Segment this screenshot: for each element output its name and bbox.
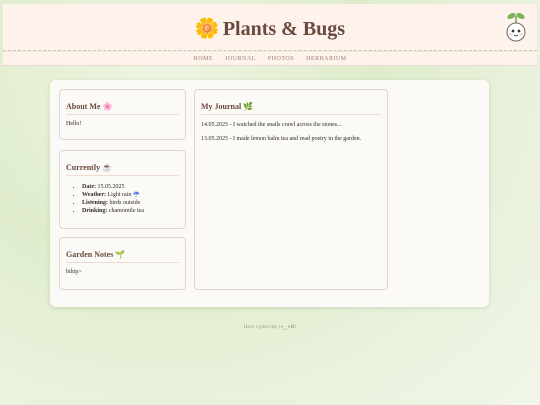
site-header: 🌼 Plants & Bugs	[3, 4, 537, 51]
currently-panel: Currently ☕ Date: 15.05.2025 Weather: Li…	[59, 150, 186, 229]
journal-panel: My Journal 🌿 14.05.2025 - I watched the …	[194, 89, 388, 290]
top-navigation: HOME JOURNAL PHOTOS HERBARIUM	[3, 52, 537, 66]
about-heading: About Me 🌸	[66, 102, 179, 115]
site-title: 🌼 Plants & Bugs	[3, 16, 537, 41]
listening-value: birds outside	[109, 200, 141, 206]
main-card: About Me 🌸 Hello! Currently ☕ Date: 15.0…	[50, 80, 489, 307]
site-title-text: Plants & Bugs	[222, 18, 346, 40]
drinking-value: chamomile tea	[108, 208, 144, 214]
listening-label: Listening:	[82, 200, 109, 206]
nav-photos-link[interactable]: PHOTOS	[268, 56, 294, 62]
journal-entry: 14.05.2025 - I watched the snails crawl …	[201, 122, 342, 128]
sprout-mascot-icon	[506, 13, 526, 42]
date-value: 15.05.2025	[97, 184, 125, 190]
drinking-label: Drinking:	[82, 208, 108, 214]
footer-text: Have a great day (◕‿◕✿)	[243, 325, 297, 330]
weather-label: Weather:	[82, 192, 106, 198]
currently-list: Date: 15.05.2025 Weather: Light rain ☔ L…	[82, 183, 185, 215]
garden-notes-heading: Garden Notes 🌱	[66, 250, 179, 263]
about-text: Hello!	[66, 121, 82, 127]
garden-notes-text: hihip>	[66, 269, 82, 275]
nav-journal-link[interactable]: JOURNAL	[225, 56, 256, 62]
currently-weather: Weather: Light rain ☔	[82, 191, 185, 199]
currently-heading: Currently ☕	[66, 163, 179, 176]
currently-date: Date: 15.05.2025	[82, 183, 185, 191]
nav-herbarium-link[interactable]: HERBARIUM	[306, 56, 347, 62]
journal-heading: My Journal 🌿	[201, 102, 381, 115]
weather-value: Light rain ☔	[107, 192, 141, 198]
date-label: Date:	[82, 184, 96, 190]
currently-drinking: Drinking: chamomile tea	[82, 207, 185, 215]
nav-home-link[interactable]: HOME	[193, 56, 213, 62]
currently-listening: Listening: birds outside	[82, 199, 185, 207]
garden-notes-panel: Garden Notes 🌱 hihip>	[59, 237, 186, 290]
sunflower-icon: 🌼	[194, 18, 220, 40]
about-panel: About Me 🌸 Hello!	[59, 89, 186, 140]
journal-entry: 13.05.2025 - I made lemon balm tea and r…	[201, 136, 362, 142]
